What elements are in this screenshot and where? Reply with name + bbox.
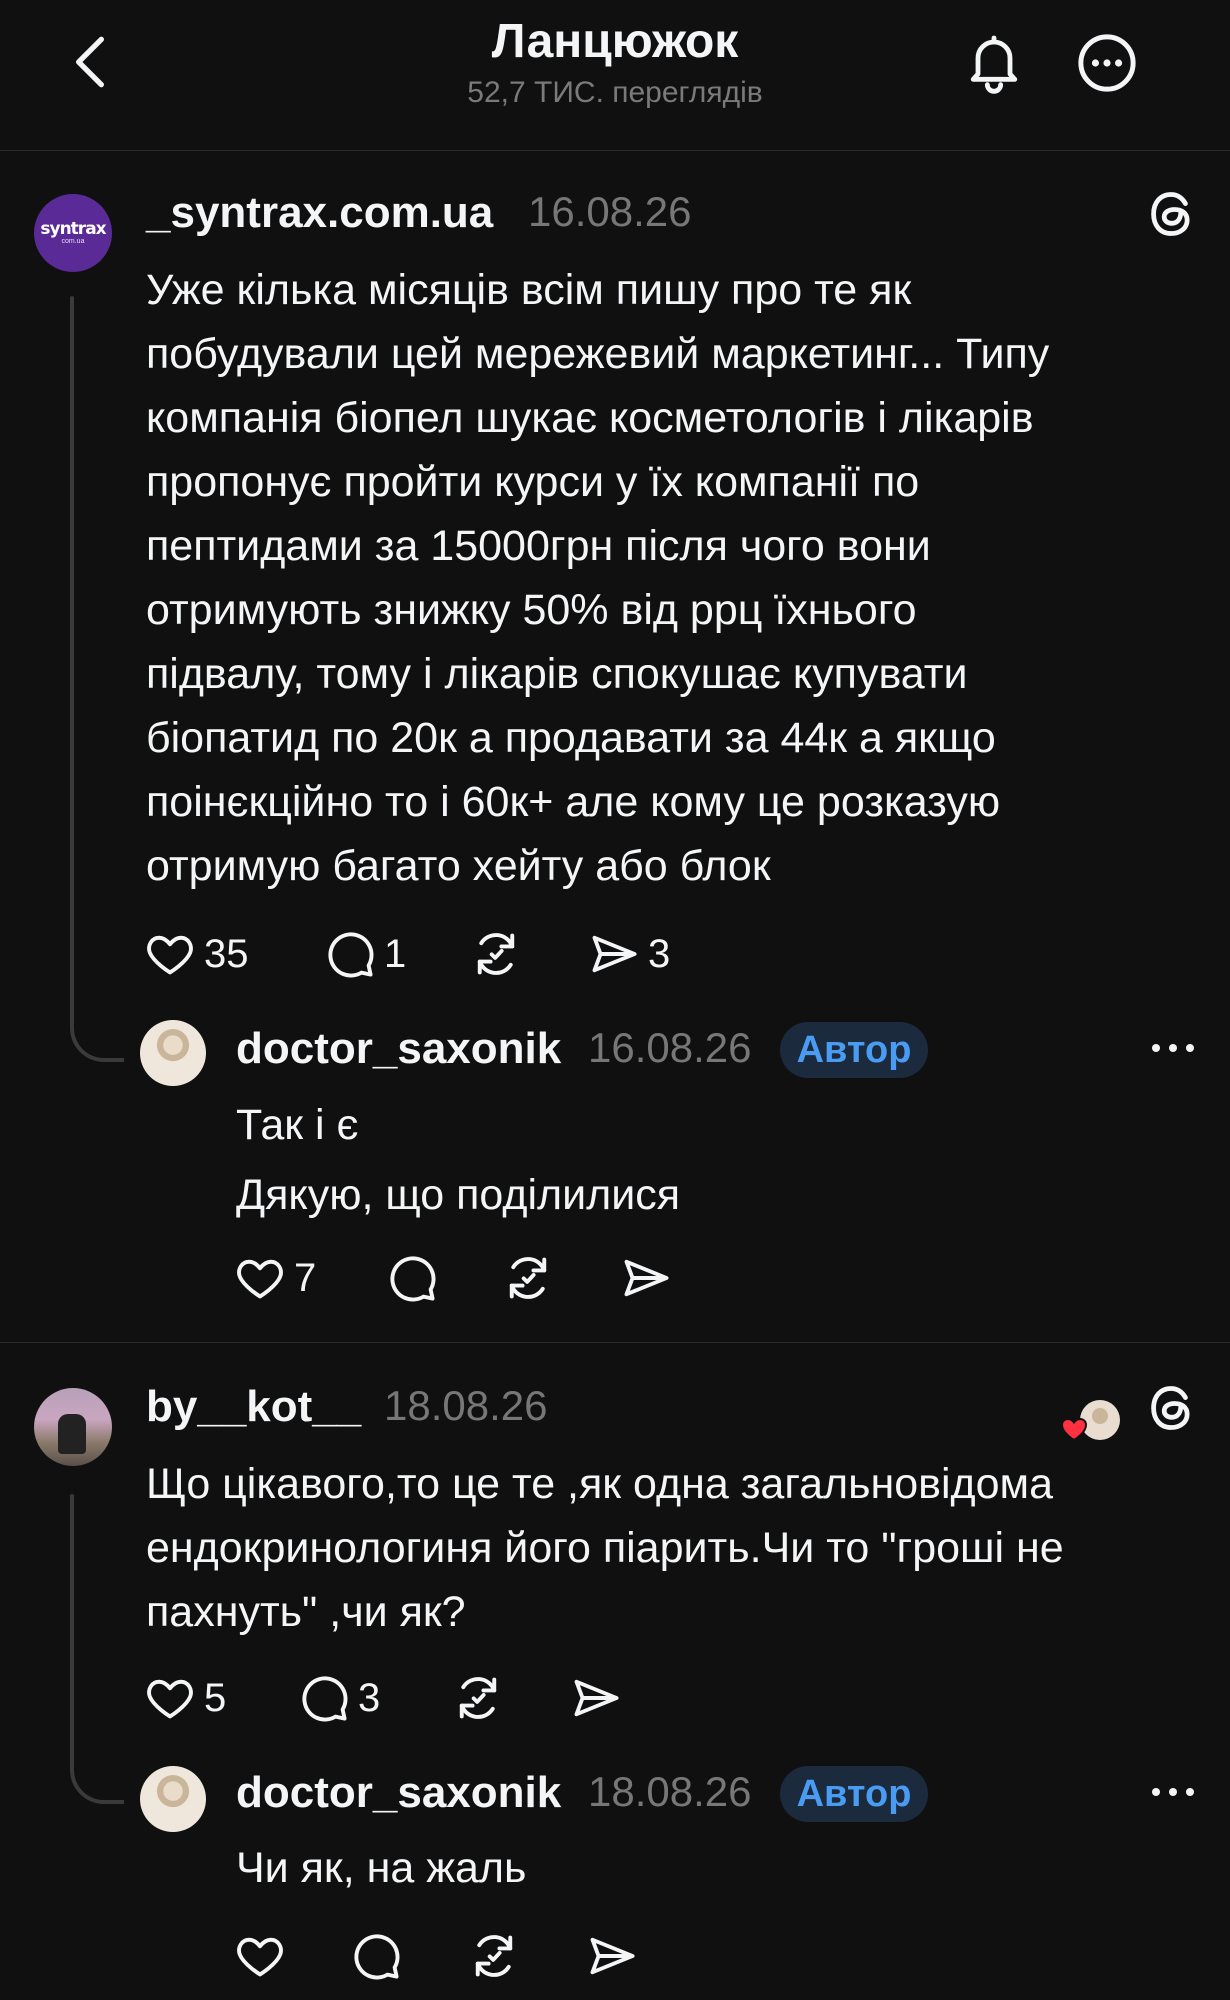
like-count: 7: [294, 1255, 317, 1300]
post-text-line: біопатид по 20к а продавати за 44к а якщ…: [146, 714, 996, 762]
share-button[interactable]: 3: [588, 926, 670, 982]
post-date: 18.08.26: [384, 1382, 548, 1429]
repost-button[interactable]: [470, 926, 522, 982]
post-text: Що цікавого,то це те ,як одна загальнові…: [146, 1452, 1064, 1644]
post-text-line: пептидами за 15000грн після чого вони: [146, 522, 931, 570]
like-count: 35: [204, 931, 249, 976]
comment-icon: [350, 1930, 402, 1982]
view-count: 52,7 ТИС. переглядів: [467, 76, 763, 109]
post-text-line: отримую багато хейту або блок: [146, 842, 771, 890]
avatar-logo-subtext: com.ua: [61, 237, 85, 245]
reply-button[interactable]: [386, 1250, 438, 1306]
share-count: 3: [648, 931, 671, 976]
page-title: Ланцюжок: [491, 15, 739, 68]
username[interactable]: _syntrax.com.ua: [146, 188, 493, 238]
repost-button[interactable]: [502, 1250, 554, 1306]
share-button[interactable]: [570, 1670, 622, 1726]
post-date: 16.08.26: [528, 188, 692, 235]
post-text-line: ендокринологиня його піарить.Чи то "грош…: [146, 1524, 1064, 1572]
heart-icon: [234, 1252, 286, 1304]
send-icon: [620, 1252, 672, 1304]
comment-icon: [298, 1672, 350, 1724]
send-icon: [570, 1672, 622, 1724]
comment-icon: [324, 928, 376, 980]
liked-by-author-indicator: [1060, 1396, 1122, 1448]
post-text-line: Уже кілька місяців всім пишу про те як: [146, 266, 912, 314]
more-dots-icon: [1152, 1788, 1194, 1796]
divider: [0, 1342, 1230, 1343]
notifications-button[interactable]: [962, 30, 1026, 94]
author-badge: Автор: [780, 1766, 928, 1822]
avatar[interactable]: [140, 1766, 206, 1832]
thread-header: Ланцюжок 52,7 ТИС. переглядів: [0, 0, 1230, 151]
thread-line-curve: [70, 1008, 124, 1062]
like-button[interactable]: 35: [144, 926, 249, 982]
reply-button[interactable]: 1: [324, 926, 406, 982]
repost-icon: [452, 1672, 504, 1724]
comment-icon: [386, 1252, 438, 1304]
repost-icon: [502, 1252, 554, 1304]
post-text-line: Що цікавого,то це те ,як одна загальнові…: [146, 1460, 1054, 1508]
more-button[interactable]: [1148, 1782, 1198, 1802]
thread-line-curve: [70, 1750, 124, 1804]
reply-button[interactable]: [350, 1928, 402, 1984]
heart-with-avatar-icon: [1060, 1400, 1120, 1442]
post-text-line: компанія біопел шукає косметологів і лік…: [146, 394, 1034, 442]
avatar[interactable]: syntrax com.ua: [34, 194, 112, 272]
more-options-button[interactable]: [1074, 30, 1140, 96]
heart-icon: [234, 1930, 286, 1982]
avatar[interactable]: [140, 1020, 206, 1086]
bell-icon: [970, 35, 1018, 94]
avatar[interactable]: [34, 1388, 112, 1466]
repost-button[interactable]: [452, 1670, 504, 1726]
threads-logo-icon[interactable]: [1146, 1382, 1198, 1434]
post-text-line: Так і є: [236, 1101, 359, 1149]
username[interactable]: doctor_saxonik: [236, 1024, 561, 1074]
post-date: 18.08.26: [588, 1768, 752, 1815]
post-text-line: поінєкційно то і 60к+ але кому це розказ…: [146, 778, 1001, 826]
post-text-line: Дякую, що поділилися: [236, 1171, 681, 1219]
thread-line: [70, 1494, 74, 1764]
post-text-line: пропонує пройти курси у їх компанії по: [146, 458, 920, 506]
heart-icon: [144, 928, 196, 980]
post-text: Уже кілька місяців всім пишу про те як п…: [146, 258, 1049, 898]
username[interactable]: doctor_saxonik: [236, 1768, 561, 1818]
post-text-line: підвалу, тому і лікарів спокушає купуват…: [146, 650, 968, 698]
like-button[interactable]: 7: [234, 1250, 316, 1306]
like-button[interactable]: 5: [144, 1670, 226, 1726]
heart-icon: [144, 1672, 196, 1724]
post-text: Чи як, на жаль: [236, 1836, 526, 1900]
share-button[interactable]: [620, 1250, 672, 1306]
like-count: 5: [204, 1675, 227, 1720]
repost-icon: [468, 1930, 520, 1982]
repost-icon: [470, 928, 522, 980]
more-button[interactable]: [1148, 1038, 1198, 1058]
repost-button[interactable]: [468, 1928, 520, 1984]
share-button[interactable]: [586, 1928, 638, 1984]
post-text-line: отримують знижку 50% від ррц їхнього: [146, 586, 917, 634]
like-button[interactable]: [234, 1928, 286, 1984]
send-icon: [586, 1930, 638, 1982]
post-date: 16.08.26: [588, 1024, 752, 1071]
send-icon: [588, 928, 640, 980]
reply-count: 3: [358, 1675, 381, 1720]
avatar-logo-text: syntrax: [40, 218, 106, 239]
post-text-line: побудували цей мережевий маркетинг... Ти…: [146, 330, 1050, 378]
thread-line: [70, 296, 74, 1018]
post-text-line: Чи як, на жаль: [236, 1844, 527, 1892]
reply-count: 1: [384, 931, 407, 976]
reply-button[interactable]: 3: [298, 1670, 380, 1726]
threads-logo-icon[interactable]: [1146, 188, 1198, 240]
post-text: Так і є Дякую, що поділилися: [236, 1090, 680, 1230]
more-dots-icon: [1152, 1044, 1194, 1052]
username[interactable]: by__kot__: [146, 1382, 361, 1432]
post-text-line: пахнуть" ,чи як?: [146, 1588, 466, 1636]
more-circle-icon: [1078, 34, 1136, 92]
author-badge: Автор: [780, 1022, 928, 1078]
